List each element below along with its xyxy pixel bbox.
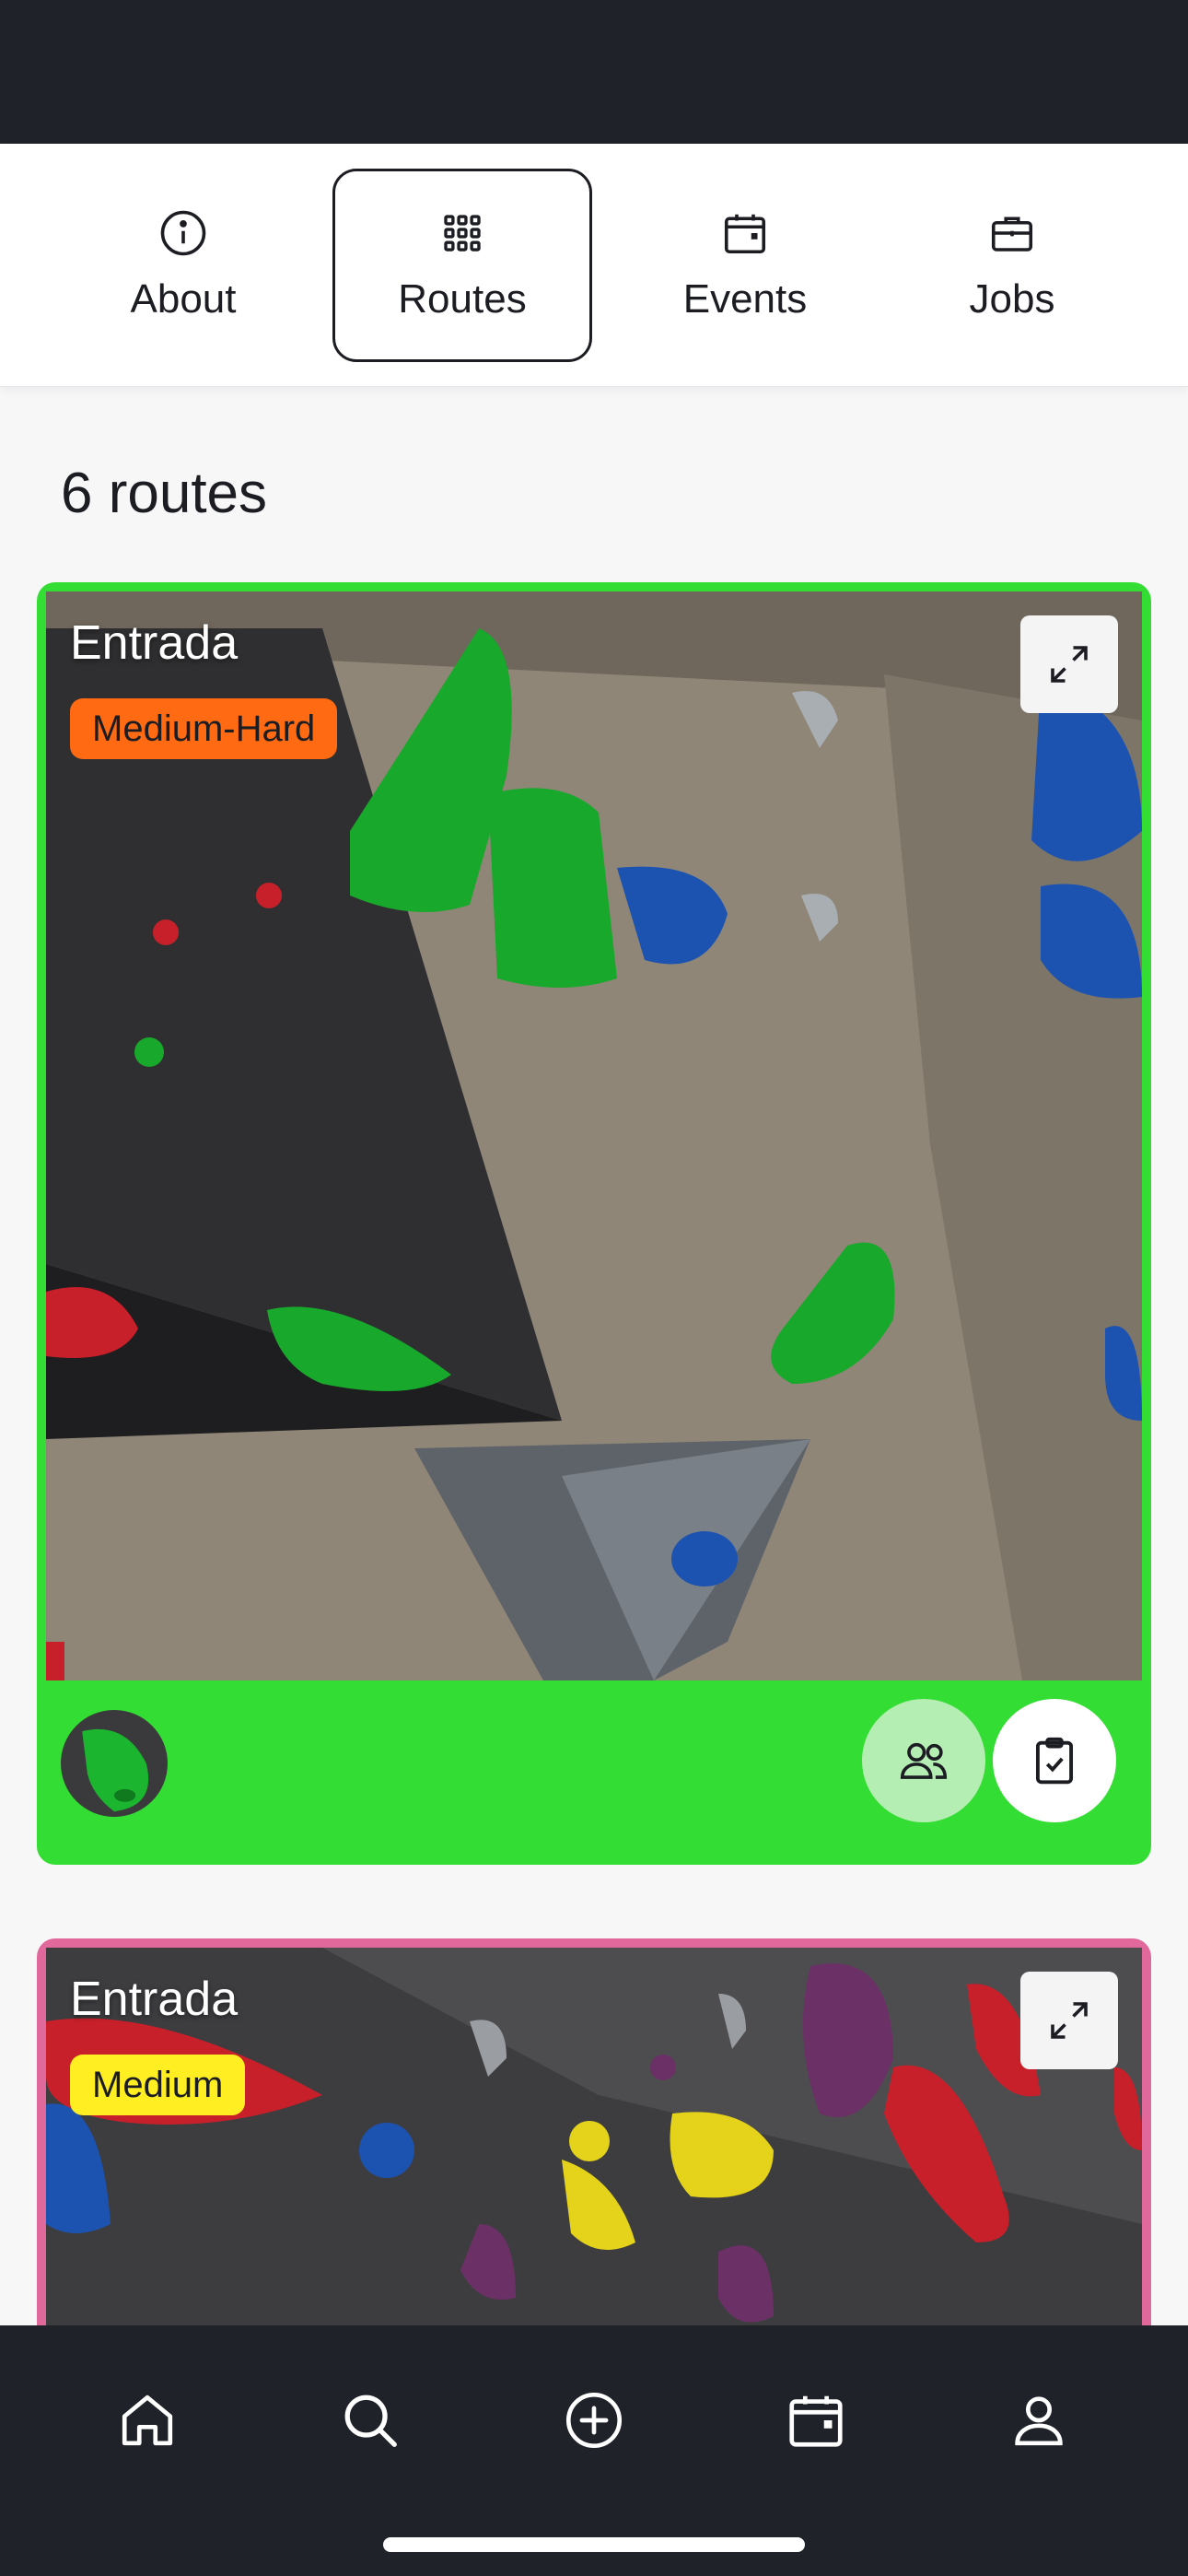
status-bar bbox=[0, 0, 1188, 144]
difficulty-badge: Medium-Hard bbox=[70, 698, 338, 759]
nav-search[interactable] bbox=[324, 2370, 416, 2471]
log-ascent-button[interactable] bbox=[993, 1699, 1116, 1822]
expand-button[interactable] bbox=[1020, 1972, 1118, 2069]
nav-profile[interactable] bbox=[993, 2370, 1085, 2471]
routes-count-title: 6 routes bbox=[61, 462, 268, 525]
profile-icon bbox=[1015, 2396, 1063, 2446]
add-circle-icon bbox=[565, 2392, 623, 2449]
home-indicator bbox=[383, 2537, 805, 2552]
bottom-nav bbox=[0, 2325, 1188, 2576]
briefcase-icon bbox=[987, 208, 1037, 258]
info-icon bbox=[158, 208, 208, 258]
expand-icon bbox=[1051, 2002, 1088, 2039]
nav-add[interactable] bbox=[548, 2370, 640, 2471]
home-icon bbox=[122, 2395, 173, 2446]
nav-calendar[interactable] bbox=[770, 2370, 862, 2471]
tab-label: Routes bbox=[398, 276, 527, 322]
tab-about[interactable]: About bbox=[53, 169, 313, 362]
route-card[interactable]: Entrada Medium-Hard bbox=[37, 582, 1151, 1865]
calendar-icon bbox=[789, 2395, 843, 2447]
clipboard-check-icon bbox=[1035, 1737, 1074, 1785]
route-name: Entrada bbox=[70, 616, 239, 670]
tab-label: About bbox=[130, 276, 237, 322]
route-name: Entrada bbox=[70, 1973, 239, 2026]
tab-events[interactable]: Events bbox=[615, 169, 875, 362]
expand-icon bbox=[1051, 646, 1088, 683]
tab-label: Jobs bbox=[969, 276, 1055, 322]
hold-thumbnail bbox=[61, 1710, 168, 1817]
difficulty-badge: Medium bbox=[70, 2055, 246, 2115]
calendar-icon bbox=[720, 208, 770, 258]
nav-home[interactable] bbox=[101, 2370, 193, 2471]
route-card-footer bbox=[37, 1680, 1151, 1865]
tab-label: Events bbox=[682, 276, 808, 322]
tab-routes[interactable]: Routes bbox=[332, 169, 592, 362]
tab-bar: About Routes Events Jobs bbox=[0, 144, 1188, 387]
grid-icon bbox=[437, 208, 487, 258]
expand-button[interactable] bbox=[1020, 615, 1118, 713]
group-button[interactable] bbox=[862, 1699, 985, 1822]
search-icon bbox=[344, 2395, 397, 2447]
tab-jobs[interactable]: Jobs bbox=[882, 169, 1142, 362]
group-icon bbox=[900, 1742, 948, 1779]
